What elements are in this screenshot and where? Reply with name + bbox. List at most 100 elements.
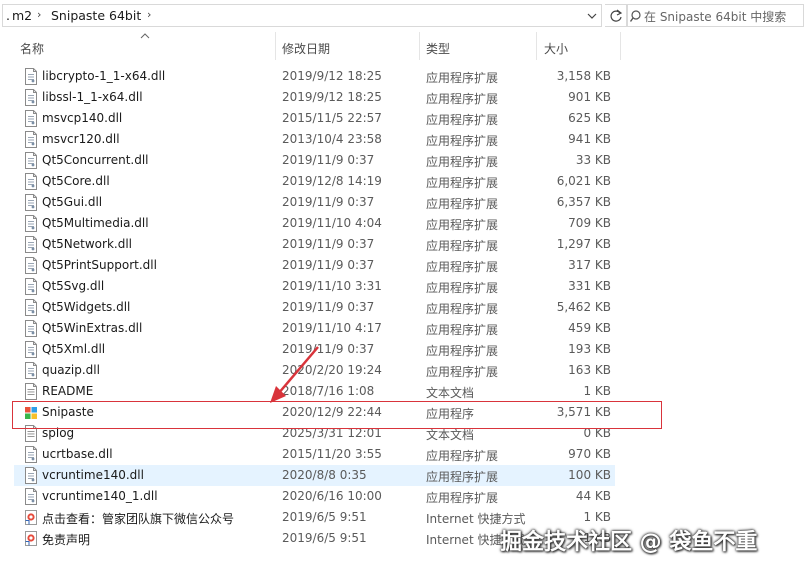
file-date: 2019/6/5 9:51 — [282, 531, 367, 545]
chevron-right-icon[interactable]: › — [37, 8, 41, 21]
file-size: 941 KB — [568, 132, 611, 146]
column-divider[interactable] — [275, 32, 276, 60]
column-header-name[interactable]: 名称 — [20, 40, 44, 57]
file-date: 2015/11/20 3:55 — [282, 447, 382, 461]
column-headers: 名称 修改日期 类型 大小 — [0, 32, 805, 60]
file-date: 2015/11/5 22:57 — [282, 111, 382, 125]
column-divider[interactable] — [419, 32, 420, 60]
file-row[interactable]: vcruntime140_1.dll 2020/6/16 10:00 应用程序扩展 4… — [14, 486, 615, 507]
file-row[interactable]: Qt5Network.dll 2019/11/9 0:37 应用程序扩展 1,297 … — [14, 234, 615, 255]
file-type: 应用程序扩展 — [426, 113, 499, 127]
watermark: 掘金技术社区 @ 袋鱼不重 — [500, 530, 758, 555]
column-divider[interactable] — [536, 32, 537, 60]
file-name: Qt5Concurrent.dll — [42, 153, 149, 167]
refresh-button[interactable] — [605, 4, 627, 27]
text-file-icon — [24, 383, 38, 400]
chevron-down-icon[interactable] — [585, 8, 599, 24]
file-row[interactable]: README 2018/7/16 1:08 文本文档 1 KB — [14, 381, 615, 402]
file-row[interactable]: Qt5Core.dll 2019/12/8 14:19 应用程序扩展 6,021 KB — [14, 171, 615, 192]
file-row[interactable]: Qt5Gui.dll 2019/11/9 0:37 应用程序扩展 6,357 KB — [14, 192, 615, 213]
column-header-type[interactable]: 类型 — [426, 40, 450, 57]
file-name: Qt5Gui.dll — [42, 195, 103, 209]
file-type: 应用程序扩展 — [426, 302, 499, 316]
file-type: 应用程序扩展 — [426, 218, 499, 232]
file-type: 应用程序扩展 — [426, 134, 499, 148]
sort-ascending-icon — [140, 33, 150, 39]
file-name: quazip.dll — [42, 363, 100, 377]
file-row[interactable]: Qt5Concurrent.dll 2019/11/9 0:37 应用程序扩展 33 … — [14, 150, 615, 171]
file-date: 2019/9/12 18:25 — [282, 69, 382, 83]
file-name: 免责声明 — [42, 533, 91, 547]
file-size: 970 KB — [568, 447, 611, 461]
file-type: 应用程序扩展 — [426, 260, 499, 274]
dll-file-icon — [24, 320, 38, 337]
file-name: Qt5PrintSupport.dll — [42, 258, 157, 272]
file-row[interactable]: libssl-1_1-x64.dll 2019/9/12 18:25 应用程序扩展 9… — [14, 87, 615, 108]
column-header-size[interactable]: 大小 — [544, 40, 568, 57]
file-date: 2020/6/16 10:00 — [282, 489, 382, 503]
search-input[interactable]: 在 Snipaste 64bit 中搜索 — [627, 4, 804, 27]
file-type: 应用程序扩展 — [426, 92, 499, 106]
file-date: 2020/2/20 19:24 — [282, 363, 382, 377]
file-type: 应用程序扩展 — [426, 344, 499, 358]
file-type: 应用程序扩展 — [426, 176, 499, 190]
dll-file-icon — [24, 89, 38, 106]
file-row[interactable]: Qt5PrintSupport.dll 2019/11/9 0:37 应用程序扩展 3… — [14, 255, 615, 276]
file-row[interactable]: Qt5WinExtras.dll 2019/11/10 4:17 应用程序扩展 459… — [14, 318, 615, 339]
refresh-icon — [610, 9, 623, 22]
file-date: 2019/6/5 9:51 — [282, 510, 367, 524]
file-size: 1 KB — [583, 510, 611, 524]
breadcrumb-prefix: . — [6, 8, 10, 23]
file-row[interactable]: vcruntime140.dll 2020/8/8 0:35 应用程序扩展 100 K… — [14, 465, 615, 486]
dll-file-icon — [24, 152, 38, 169]
file-row[interactable]: libcrypto-1_1-x64.dll 2019/9/12 18:25 应用程序… — [14, 66, 615, 87]
file-size: 1 KB — [583, 384, 611, 398]
dll-file-icon — [24, 194, 38, 211]
breadcrumb-item-m2[interactable]: m2 — [12, 8, 32, 23]
file-name: ucrtbase.dll — [42, 447, 113, 461]
file-row[interactable]: quazip.dll 2020/2/20 19:24 应用程序扩展 163 KB — [14, 360, 615, 381]
file-size: 6,357 KB — [556, 195, 611, 209]
file-row[interactable]: Qt5Widgets.dll 2019/11/9 0:37 应用程序扩展 5,462 … — [14, 297, 615, 318]
chevron-right-icon[interactable]: › — [147, 8, 151, 21]
breadcrumb-item-snipaste[interactable]: Snipaste 64bit — [51, 8, 141, 23]
file-type: 应用程序扩展 — [426, 239, 499, 253]
file-row[interactable]: msvcr120.dll 2013/10/4 23:58 应用程序扩展 941 KB — [14, 129, 615, 150]
file-size: 331 KB — [568, 279, 611, 293]
file-size: 33 KB — [575, 153, 611, 167]
dll-file-icon — [24, 131, 38, 148]
file-row[interactable]: ucrtbase.dll 2015/11/20 3:55 应用程序扩展 970 KB — [14, 444, 615, 465]
file-date: 2013/10/4 23:58 — [282, 132, 382, 146]
file-date: 2019/11/9 0:37 — [282, 258, 375, 272]
file-type: 应用程序扩展 — [426, 365, 499, 379]
file-type: 应用程序扩展 — [426, 470, 499, 484]
column-header-date[interactable]: 修改日期 — [282, 40, 330, 57]
file-date: 2020/8/8 0:35 — [282, 468, 367, 482]
file-row[interactable]: Qt5Svg.dll 2019/11/10 3:31 应用程序扩展 331 KB — [14, 276, 615, 297]
file-size: 6,021 KB — [556, 174, 611, 188]
file-date: 2018/7/16 1:08 — [282, 384, 375, 398]
file-size: 3,158 KB — [556, 69, 611, 83]
file-date: 2019/11/10 3:31 — [282, 279, 382, 293]
file-name: Qt5Network.dll — [42, 237, 132, 251]
file-date: 2019/11/9 0:37 — [282, 237, 375, 251]
file-row[interactable]: Qt5Multimedia.dll 2019/11/10 4:04 应用程序扩展 70… — [14, 213, 615, 234]
internet-shortcut-icon — [24, 509, 38, 526]
column-divider[interactable] — [620, 32, 621, 60]
file-row[interactable]: msvcp140.dll 2015/11/5 22:57 应用程序扩展 625 KB — [14, 108, 615, 129]
file-size: 709 KB — [568, 216, 611, 230]
dll-file-icon — [24, 110, 38, 127]
file-date: 2019/12/8 14:19 — [282, 174, 382, 188]
file-size: 163 KB — [568, 363, 611, 377]
file-date: 2019/9/12 18:25 — [282, 90, 382, 104]
file-size: 1,297 KB — [556, 237, 611, 251]
file-size: 5,462 KB — [556, 300, 611, 314]
address-bar[interactable]: . m2 › Snipaste 64bit › — [2, 4, 602, 27]
file-type: 应用程序扩展 — [426, 491, 499, 505]
file-type: 应用程序扩展 — [426, 71, 499, 85]
file-size: 44 KB — [575, 489, 611, 503]
file-name: msvcr120.dll — [42, 132, 120, 146]
file-name: README — [42, 384, 94, 398]
file-type: 应用程序扩展 — [426, 155, 499, 169]
file-row[interactable]: Qt5Xml.dll 2019/11/9 0:37 应用程序扩展 193 KB — [14, 339, 615, 360]
